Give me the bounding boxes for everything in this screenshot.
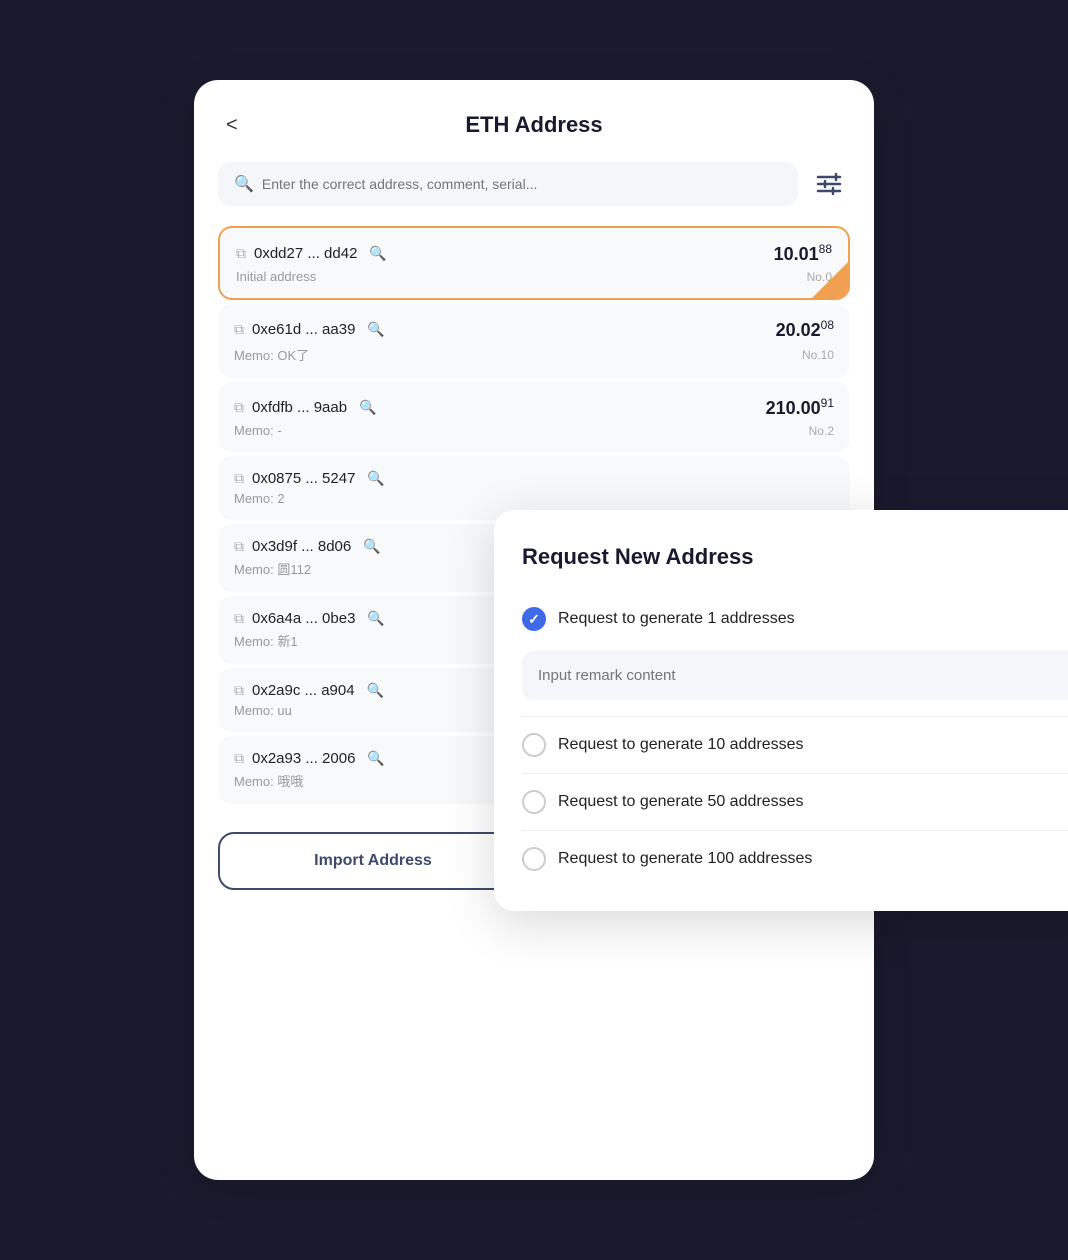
copy-icon-4: ⧉	[234, 538, 244, 555]
page-title: ETH Address	[465, 112, 602, 138]
main-card: < ETH Address 🔍 ⧉ 0xdd	[194, 80, 874, 1180]
memo-7: Memo: 哦哦	[234, 771, 303, 790]
radio-check-0: ✓	[528, 611, 540, 628]
search-addr-icon-3: 🔍	[367, 470, 384, 487]
radio-circle-1	[522, 733, 546, 757]
memo-5: Memo: 新1	[234, 631, 298, 650]
import-address-button[interactable]: Import Address	[218, 832, 528, 890]
radio-circle-0: ✓	[522, 607, 546, 631]
radio-option-2[interactable]: Request to generate 50 addresses	[522, 778, 1068, 826]
address-text-6: 0x2a9c ... a904	[252, 682, 355, 699]
radio-option-3[interactable]: Request to generate 100 addresses	[522, 835, 1068, 883]
radio-circle-2	[522, 790, 546, 814]
no-badge-2: No.2	[809, 424, 834, 438]
search-addr-icon-5: 🔍	[367, 610, 384, 627]
remark-input[interactable]	[522, 651, 1068, 700]
memo-1: Memo: OK了	[234, 345, 309, 364]
radio-label-0: Request to generate 1 addresses	[558, 610, 795, 628]
memo-3: Memo: 2	[234, 491, 285, 506]
copy-icon-6: ⧉	[234, 682, 244, 699]
search-addr-icon-2: 🔍	[359, 399, 376, 416]
memo-4: Memo: 圆112	[234, 559, 311, 578]
copy-icon-1: ⧉	[234, 321, 244, 338]
filter-button[interactable]	[808, 165, 850, 203]
search-row: 🔍	[218, 162, 850, 206]
divider-1	[522, 716, 1068, 717]
no-badge-1: No.10	[802, 348, 834, 362]
back-button[interactable]: <	[218, 110, 246, 141]
filter-icon	[816, 173, 842, 195]
search-addr-icon-4: 🔍	[363, 538, 380, 555]
request-new-address-modal: Request New Address × ✓ Request to gener…	[494, 510, 1068, 911]
search-box: 🔍	[218, 162, 798, 206]
radio-label-3: Request to generate 100 addresses	[558, 850, 812, 868]
address-text-2: 0xfdfb ... 9aab	[252, 399, 347, 416]
divider-3	[522, 830, 1068, 831]
search-addr-icon-1: 🔍	[367, 321, 384, 338]
radio-option-1[interactable]: Request to generate 10 addresses	[522, 721, 1068, 769]
copy-icon-0: ⧉	[236, 245, 246, 262]
radio-label-1: Request to generate 10 addresses	[558, 736, 804, 754]
search-input[interactable]	[262, 176, 782, 192]
radio-circle-3	[522, 847, 546, 871]
divider-2	[522, 773, 1068, 774]
address-item-0[interactable]: ⧉ 0xdd27 ... dd42 🔍 10.0188 Initial addr…	[218, 226, 850, 300]
address-text-0: 0xdd27 ... dd42	[254, 245, 357, 262]
modal-title: Request New Address	[522, 544, 753, 570]
address-item-1[interactable]: ⧉ 0xe61d ... aa39 🔍 20.0208 Memo: OK了 No…	[218, 304, 850, 378]
address-item-2[interactable]: ⧉ 0xfdfb ... 9aab 🔍 210.0091 Memo: - No.…	[218, 382, 850, 452]
address-text-1: 0xe61d ... aa39	[252, 321, 355, 338]
memo-2: Memo: -	[234, 423, 282, 438]
header: < ETH Address	[218, 112, 850, 138]
address-text-5: 0x6a4a ... 0be3	[252, 610, 355, 627]
address-text-7: 0x2a93 ... 2006	[252, 750, 355, 767]
copy-icon-5: ⧉	[234, 610, 244, 627]
copy-icon-3: ⧉	[234, 470, 244, 487]
search-addr-icon-0: 🔍	[369, 245, 386, 262]
search-icon: 🔍	[234, 174, 254, 194]
modal-header: Request New Address ×	[522, 542, 1068, 571]
amount-1: 20.0208	[776, 318, 834, 341]
address-text-4: 0x3d9f ... 8d06	[252, 538, 351, 555]
radio-option-0[interactable]: ✓ Request to generate 1 addresses	[522, 595, 1068, 643]
copy-icon-7: ⧉	[234, 750, 244, 767]
copy-icon-2: ⧉	[234, 399, 244, 416]
address-text-3: 0x0875 ... 5247	[252, 470, 355, 487]
memo-6: Memo: uu	[234, 703, 292, 718]
orange-corner-0	[812, 262, 848, 298]
search-addr-icon-6: 🔍	[367, 682, 384, 699]
radio-label-2: Request to generate 50 addresses	[558, 793, 804, 811]
search-addr-icon-7: 🔍	[367, 750, 384, 767]
amount-2: 210.0091	[766, 396, 834, 419]
memo-0: Initial address	[236, 269, 316, 284]
